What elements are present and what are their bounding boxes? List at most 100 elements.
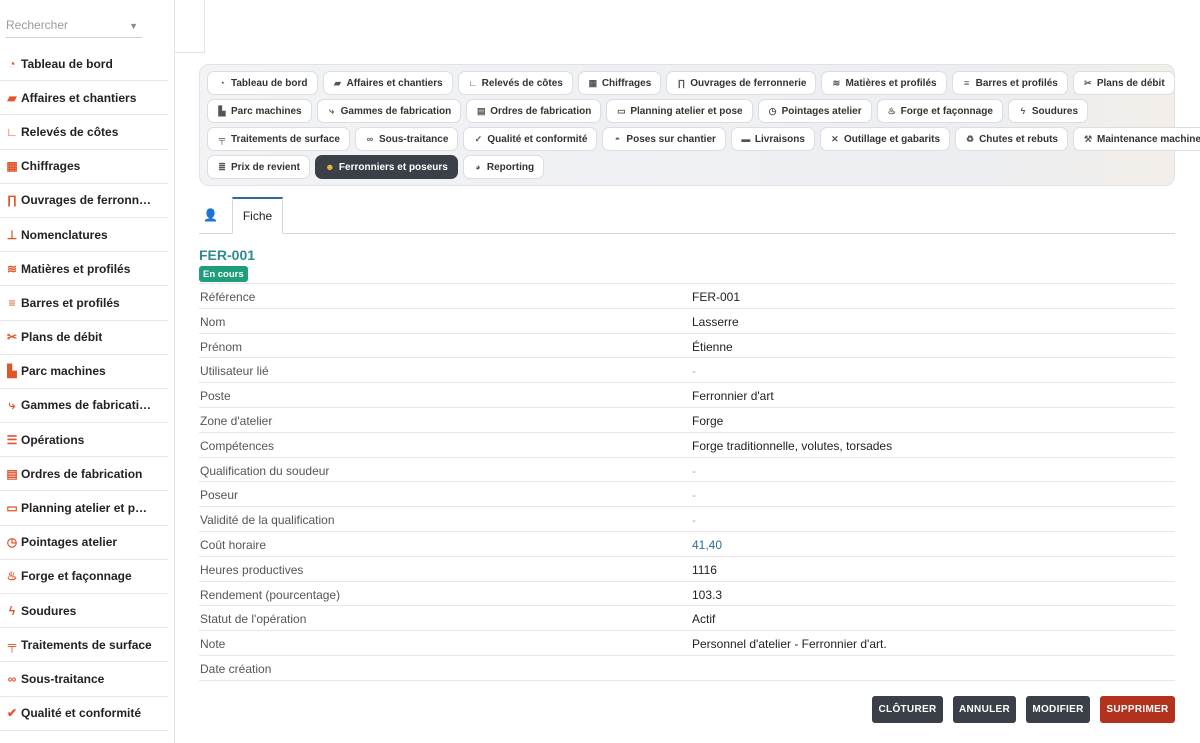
sidebar-item-traitements[interactable]: ╤ Traitements de surface: [0, 628, 168, 663]
module-chip-qualite[interactable]: ✓ Qualité et conformité: [463, 127, 598, 151]
sidebar-item-label: Qualité et conformité: [21, 706, 142, 721]
module-chip-prix-revient[interactable]: ≣ Prix de revient: [207, 155, 310, 179]
field-label: Zone d'atelier: [200, 413, 273, 428]
search-placeholder: Rechercher: [6, 18, 69, 32]
module-chip-planning[interactable]: ▭ Planning atelier et pose: [606, 99, 753, 123]
sidebar-item-operations[interactable]: ☰ Opérations: [0, 423, 168, 458]
tools-icon: ✕: [831, 133, 839, 144]
sidebar-item-sous-traitance[interactable]: ∞ Sous-traitance: [0, 662, 168, 697]
chevron-down-icon[interactable]: ▼: [129, 21, 138, 31]
field-label: Poste: [200, 389, 231, 404]
sidebar-item-releves[interactable]: ∟ Relevés de côtes: [0, 115, 168, 150]
field-row: Qualification du soudeur -: [199, 458, 1175, 483]
module-chip-affaires[interactable]: ▰ Affaires et chantiers: [322, 71, 453, 95]
close-record-button[interactable]: CLÔTURER: [872, 696, 943, 723]
paint-roller-icon: ╤: [7, 637, 17, 652]
module-chip-releves[interactable]: ∟ Relevés de côtes: [457, 71, 573, 95]
sidebar-item-gammes[interactable]: ⤷ Gammes de fabricati…: [0, 389, 168, 424]
field-row: Compétences Forge traditionnelle, volutes…: [199, 433, 1175, 458]
module-chip-chiffrages[interactable]: ▦ Chiffrages: [577, 71, 662, 95]
clock-icon: ◷: [6, 535, 18, 550]
layers-icon: ≋: [832, 77, 841, 88]
module-chip-ouvrages[interactable]: ∏ Ouvrages de ferronnerie: [666, 71, 817, 95]
module-row: ≣ Prix de revient ☻ Ferronniers et poseurs…: [207, 155, 1174, 179]
sidebar-item-label: Barres et profilés: [21, 295, 120, 310]
bolt-icon: ϟ: [1020, 106, 1026, 116]
field-row: Coût horaire 41,40: [199, 532, 1175, 557]
module-chip-label: Parc machines: [231, 105, 302, 117]
sidebar-item-affaires[interactable]: ▰ Affaires et chantiers: [0, 81, 168, 116]
module-chip-matieres[interactable]: ≋ Matières et profilés: [821, 71, 947, 95]
field-value: Actif: [692, 612, 716, 627]
record-fields: Référence FER-001 Nom Lasserre Prénom Étien…: [199, 283, 1175, 681]
module-chip-outillage[interactable]: ✕ Outillage et gabarits: [819, 127, 951, 151]
user-gear-icon[interactable]: 👤: [203, 208, 218, 222]
module-chip-barres[interactable]: ≡ Barres et profilés: [951, 71, 1068, 95]
module-chip-soudures[interactable]: ϟ Soudures: [1007, 99, 1089, 123]
sidebar-item-tableau-de-bord[interactable]: ◔ Tableau de bord: [0, 47, 168, 82]
field-row: Zone d'atelier Forge: [199, 408, 1175, 433]
sidebar-item-soudures[interactable]: ϟ Soudures: [0, 594, 168, 629]
delete-button[interactable]: SUPPRIMER: [1100, 696, 1175, 723]
edit-button[interactable]: MODIFIER: [1026, 696, 1090, 723]
list-icon: ☰: [6, 432, 18, 447]
field-label: Prénom: [200, 339, 243, 354]
scissors-icon: ✂: [1084, 77, 1092, 88]
search-select[interactable]: Rechercher ▼: [6, 18, 142, 38]
sidebar-item-pointages[interactable]: ◷ Pointages atelier: [0, 526, 168, 560]
sidebar-item-label: Chiffrages: [21, 159, 81, 174]
module-chip-forge[interactable]: ♨ Forge et façonnage: [876, 99, 1003, 123]
module-chip-plans-debit[interactable]: ✂ Plans de débit: [1072, 71, 1175, 95]
module-chip-label: Qualité et conformité: [487, 133, 588, 145]
sidebar-item-label: Opérations: [21, 432, 85, 447]
module-chip-label: Outillage et gabarits: [843, 133, 941, 145]
sidebar-item-chiffrages[interactable]: ▦ Chiffrages: [0, 150, 168, 184]
module-chip-maintenance[interactable]: ⚒ Maintenance machines: [1072, 127, 1200, 151]
module-row: ◔ Tableau de bord ▰ Affaires et chantiers …: [207, 71, 1175, 95]
field-label: Référence: [200, 290, 256, 304]
sidebar-item-ordres[interactable]: ▤ Ordres de fabrication: [0, 457, 168, 492]
module-chip-label: Planning atelier et pose: [630, 105, 743, 117]
field-label: Compétences: [200, 438, 275, 453]
sidebar-item-matieres[interactable]: ≋ Matières et profilés: [0, 252, 168, 287]
sitemap-icon: ⊥: [6, 227, 18, 242]
sidebar-item-forge[interactable]: ♨ Forge et façonnage: [0, 560, 168, 594]
sidebar-item-barres[interactable]: ≡ Barres et profilés: [0, 286, 168, 321]
clipboard-icon: ▤: [6, 466, 18, 481]
sidebar-item-planning[interactable]: ▭ Planning atelier et p…: [0, 491, 168, 526]
field-label: Utilisateur lié: [200, 364, 269, 379]
module-chip-poses[interactable]: ◓ Poses sur chantier: [602, 127, 726, 151]
calculator-icon: ▦: [6, 159, 18, 174]
module-chip-livraisons[interactable]: ▬ Livraisons: [730, 127, 815, 151]
module-chip-gammes[interactable]: ⤷ Gammes de fabrication: [316, 99, 462, 123]
field-label: Rendement (pourcentage): [200, 587, 341, 602]
cancel-button[interactable]: ANNULER: [953, 696, 1016, 723]
module-chip-sous-traitance[interactable]: ∞ Sous-traitance: [354, 127, 459, 151]
bars-icon: ≡: [8, 295, 16, 310]
field-label: Qualification du soudeur: [200, 463, 330, 478]
module-chip-chutes[interactable]: ♻ Chutes et rebuts: [955, 127, 1068, 151]
fire-icon: ♨: [887, 105, 896, 116]
module-chip-reporting[interactable]: ◕ Reporting: [462, 155, 545, 179]
module-chip-tableau-de-bord[interactable]: ◔ Tableau de bord: [207, 71, 318, 95]
field-value: Forge: [692, 413, 724, 428]
truck-icon: ▬: [741, 134, 751, 144]
field-value: -: [692, 513, 696, 528]
sidebar-item-qualite[interactable]: ✔ Qualité et conformité: [0, 697, 168, 731]
field-row: Poseur -: [199, 482, 1175, 508]
sidebar-item-label: Planning atelier et p…: [21, 501, 148, 516]
field-row: Poste Ferronnier d'art: [199, 383, 1175, 408]
tab-fiche[interactable]: Fiche: [232, 197, 283, 234]
module-chip-ordres[interactable]: ▤ Ordres de fabrication: [466, 99, 602, 123]
sidebar-item-ouvrages[interactable]: ∏ Ouvrages de ferronn…: [0, 184, 168, 218]
layers-icon: ≋: [6, 261, 18, 276]
module-chip-label: Poses sur chantier: [626, 133, 716, 145]
module-chip-parc-machines[interactable]: ▙ Parc machines: [207, 99, 312, 123]
sidebar-item-plans-debit[interactable]: ✂ Plans de débit: [0, 321, 168, 355]
sidebar-item-parc-machines[interactable]: ▙ Parc machines: [0, 355, 168, 389]
module-chip-pointages[interactable]: ◷ Pointages atelier: [757, 99, 872, 123]
sidebar-item-nomenclatures[interactable]: ⊥ Nomenclatures: [0, 218, 168, 253]
module-chip-ferronniers[interactable]: ☻ Ferronniers et poseurs: [314, 155, 458, 179]
field-label: Nom: [200, 314, 226, 329]
module-chip-traitements[interactable]: ╤ Traitements de surface: [207, 127, 350, 151]
